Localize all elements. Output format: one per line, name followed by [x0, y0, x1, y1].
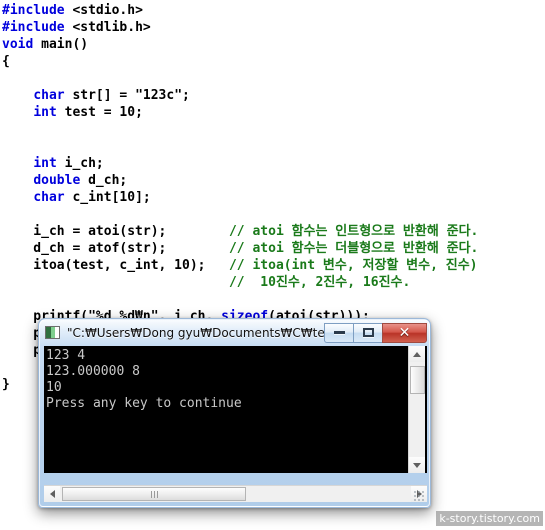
code-token: char: [33, 88, 65, 103]
close-icon: ✕: [398, 324, 411, 341]
console-vertical-scrollbar[interactable]: [408, 346, 425, 473]
scroll-up-button[interactable]: [409, 346, 425, 362]
chevron-left-icon: [49, 490, 55, 498]
code-line: #include <stdio.h>: [0, 2, 545, 19]
minimize-button[interactable]: [324, 322, 353, 343]
site-watermark: k-story.tistory.com: [436, 511, 543, 526]
console-horizontal-scrollbar[interactable]: [44, 485, 427, 502]
code-token: // atoi 함수는 더블형으로 반환해 준다.: [228, 241, 479, 256]
code-line: void main(): [0, 36, 545, 53]
code-token: char: [33, 190, 65, 205]
code-token: // 10진수, 2진수, 16진수.: [228, 275, 411, 290]
code-line: int i_ch;: [0, 155, 545, 172]
window-resize-grip[interactable]: [413, 490, 426, 503]
code-token: void: [2, 37, 34, 52]
code-token: // atoi 함수는 인트형으로 반환해 준다.: [228, 224, 479, 239]
code-line: #include <stdlib.h>: [0, 19, 545, 36]
code-line: i_ch = atoi(str); // atoi 함수는 인트형으로 반환해 …: [0, 223, 545, 240]
scroll-down-button[interactable]: [409, 457, 425, 473]
code-line: itoa(test, c_int, 10); // itoa(int 변수, 저…: [0, 257, 545, 274]
close-button[interactable]: ✕: [382, 322, 427, 343]
console-icon: [45, 326, 60, 339]
code-line: char c_int[10];: [0, 189, 545, 206]
code-line: int test = 10;: [0, 104, 545, 121]
code-token: main(): [33, 37, 89, 52]
vertical-scroll-thumb[interactable]: [410, 366, 425, 394]
console-output-text: 123 4 123.000000 8 10 Press any key to c…: [46, 348, 242, 411]
code-line: double d_ch;: [0, 172, 545, 189]
console-titlebar[interactable]: "C:₩Users₩Dong gyu₩Documents₩C₩test_1...…: [39, 319, 430, 346]
code-line: {: [0, 53, 545, 70]
chevron-up-icon: [413, 351, 421, 357]
horizontal-scroll-thumb[interactable]: [62, 487, 246, 501]
code-line: char str[] = "123c";: [0, 87, 545, 104]
code-token: str[] = "123c";: [64, 88, 190, 103]
code-token: c_int[10];: [64, 190, 151, 205]
chevron-down-icon: [413, 462, 421, 468]
code-token: d_ch;: [80, 173, 128, 188]
code-token: #include: [2, 20, 65, 35]
code-token: double: [33, 173, 81, 188]
maximize-button[interactable]: [353, 322, 382, 343]
code-line: // 10진수, 2진수, 16진수.: [0, 274, 545, 291]
code-token: <stdio.h>: [64, 3, 143, 18]
window-controls: ✕: [324, 322, 427, 343]
code-token: #include: [2, 3, 65, 18]
code-token: i_ch;: [56, 156, 104, 171]
code-token: // itoa(int 변수, 저장할 변수, 진수): [228, 258, 478, 273]
window-title: "C:₩Users₩Dong gyu₩Documents₩C₩test_1...: [67, 325, 324, 340]
scroll-left-button[interactable]: [44, 486, 60, 502]
maximize-icon: [362, 328, 374, 337]
code-token: int: [33, 105, 57, 120]
code-token: i_ch = atoi(str);: [2, 224, 229, 239]
code-token: itoa(test, c_int, 10);: [2, 258, 229, 273]
code-token: <stdlib.h>: [64, 20, 151, 35]
code-token: {: [2, 54, 10, 69]
code-line: d_ch = atof(str); // atoi 함수는 더블형으로 반환해 …: [0, 240, 545, 257]
code-token: test = 10;: [56, 105, 143, 120]
code-token: }: [2, 377, 10, 392]
minimize-icon: [333, 331, 345, 334]
console-window[interactable]: "C:₩Users₩Dong gyu₩Documents₩C₩test_1...…: [38, 318, 431, 508]
code-token: d_ch = atof(str);: [2, 241, 229, 256]
scroll-thumb-grip-icon: [150, 490, 158, 498]
console-output-area[interactable]: 123 4 123.000000 8 10 Press any key to c…: [44, 346, 427, 473]
code-token: int: [33, 156, 57, 171]
